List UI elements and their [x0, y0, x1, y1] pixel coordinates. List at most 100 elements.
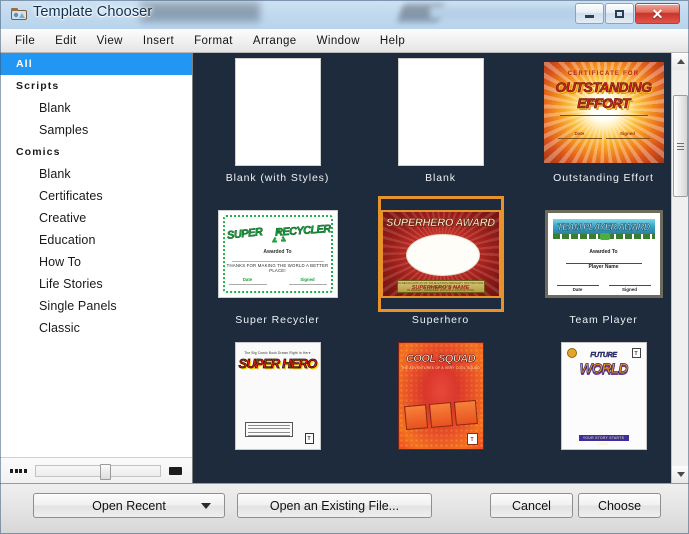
window-controls: ✕: [574, 3, 680, 24]
comic-caption-box: [244, 422, 293, 437]
close-button[interactable]: ✕: [635, 3, 680, 24]
template-label: Outstanding Effort: [553, 172, 654, 184]
scrollbar-thumb[interactable]: [673, 95, 688, 197]
menu-arrange[interactable]: Arrange: [243, 33, 307, 49]
template-label: Superhero: [411, 314, 470, 326]
template-card-super-hero-comic[interactable]: The Big Comic Book Drawn Right In Here S…: [196, 339, 359, 481]
sidebar-item-scripts-blank[interactable]: Blank: [0, 97, 192, 119]
menu-format[interactable]: Format: [184, 33, 243, 49]
comic-title-top: FUTURE: [590, 352, 617, 359]
template-label: Super Recycler: [235, 314, 320, 326]
cool-squad-preview: COOL SQUAD THE ADVENTURES OF A VERY COOL…: [397, 342, 484, 450]
template-card-superhero[interactable]: SUPERHERO AWARD IN RECOGNITION OF TRUE E…: [359, 196, 522, 339]
dialog-button-bar: Open Recent Open an Existing File... Can…: [0, 483, 689, 534]
scroll-up-arrow-icon[interactable]: [672, 53, 689, 70]
sidebar-item-classic[interactable]: Classic: [0, 317, 192, 339]
template-thumbnail[interactable]: [381, 57, 501, 167]
banner-chip: [599, 233, 610, 240]
menu-help[interactable]: Help: [370, 33, 415, 49]
sidebar-item-label: Education: [39, 233, 96, 247]
choose-button[interactable]: Choose: [578, 493, 661, 518]
sidebar-group-label: Scripts: [16, 80, 60, 92]
comic-tagline: The Big Comic Book Drawn Right In Here: [244, 351, 311, 355]
awarded-to-label: Awarded To: [589, 249, 618, 255]
sidebar-item-education[interactable]: Education: [0, 229, 192, 251]
template-card-super-recycler[interactable]: SUPER RECYCLER Awarded To THANKS FOR MAK…: [196, 197, 359, 339]
open-recent-button[interactable]: Open Recent: [33, 493, 225, 518]
template-card-outstanding-effort[interactable]: CERTIFICATE FOR OUTSTANDING EFFORT Award…: [522, 55, 671, 197]
template-grid-area: Blank (with Styles) Blank CERTIFICATE FO…: [194, 53, 671, 483]
vertical-scrollbar[interactable]: [671, 53, 689, 483]
sidebar-item-label: Life Stories: [39, 277, 103, 291]
photo-oval-placeholder: [405, 234, 480, 276]
sidebar-item-label: Certificates: [39, 189, 103, 203]
template-thumbnail[interactable]: TEAM PLAYER AWARD Awarded To Player Name…: [544, 199, 664, 309]
category-sidebar: All Scripts Blank Samples Comics Blank C…: [0, 53, 193, 483]
template-card-cool-squad[interactable]: COOL SQUAD THE ADVENTURES OF A VERY COOL…: [359, 339, 522, 481]
cancel-label: Cancel: [512, 498, 551, 513]
super-hero-comic-preview: The Big Comic Book Drawn Right In Here S…: [234, 342, 321, 450]
large-thumbnails-icon[interactable]: [169, 466, 182, 475]
sidebar-item-single-panels[interactable]: Single Panels: [0, 295, 192, 317]
thumbnail-size-controls: [0, 457, 192, 483]
template-chooser-window: Template Chooser ✕ File Edit View Insert…: [0, 0, 689, 534]
menu-edit[interactable]: Edit: [45, 33, 86, 49]
starburst-rays: [543, 61, 664, 163]
template-thumbnail[interactable]: T FUTURE WORLD YOUR STORY STARTS HERE: [544, 341, 664, 451]
sidebar-item-creative[interactable]: Creative: [0, 207, 192, 229]
superhero-title: SUPERHERO AWARD: [386, 217, 496, 230]
content-area: All Scripts Blank Samples Comics Blank C…: [0, 53, 689, 483]
maximize-button[interactable]: [605, 3, 634, 24]
title-bar[interactable]: Template Chooser ✕: [0, 0, 689, 29]
sidebar-item-life-stories[interactable]: Life Stories: [0, 273, 192, 295]
certificate-awarded-to: Awarded To: [585, 97, 622, 104]
template-card-blank[interactable]: Blank: [359, 55, 522, 197]
thumbnail-size-slider[interactable]: [34, 463, 161, 480]
comic-subtitle: THE ADVENTURES OF A VERY COOL SQUAD: [401, 366, 480, 370]
template-thumbnail-selected[interactable]: SUPERHERO AWARD IN RECOGNITION OF TRUE E…: [377, 196, 504, 312]
sidebar-item-how-to[interactable]: How To: [0, 251, 192, 273]
template-grid: Blank (with Styles) Blank CERTIFICATE FO…: [194, 53, 671, 481]
open-existing-label: Open an Existing File...: [269, 498, 400, 513]
name-rule: [559, 114, 648, 116]
name-rule: [231, 261, 324, 262]
menu-window[interactable]: Window: [307, 33, 370, 49]
cancel-button[interactable]: Cancel: [490, 493, 573, 518]
template-card-blank-with-styles[interactable]: Blank (with Styles): [196, 55, 359, 197]
template-card-future-world[interactable]: T FUTURE WORLD YOUR STORY STARTS HERE: [522, 339, 671, 481]
sidebar-group-scripts: Scripts: [0, 75, 192, 97]
small-thumbnails-icon[interactable]: [10, 468, 27, 473]
comic-title-main: WORLD: [579, 360, 629, 377]
template-thumbnail[interactable]: COOL SQUAD THE ADVENTURES OF A VERY COOL…: [381, 341, 501, 451]
template-thumbnail[interactable]: The Big Comic Book Drawn Right In Here S…: [218, 341, 338, 451]
menu-view[interactable]: View: [87, 33, 133, 49]
scrollbar-grip-icon: [677, 141, 684, 152]
sidebar-item-all[interactable]: All: [0, 53, 192, 75]
sidebar-item-scripts-samples[interactable]: Samples: [0, 119, 192, 141]
signed-label: Signed: [621, 287, 637, 292]
menu-bar: File Edit View Insert Format Arrange Win…: [0, 29, 689, 53]
menu-insert[interactable]: Insert: [133, 33, 184, 49]
minimize-button[interactable]: [575, 3, 604, 24]
template-card-team-player[interactable]: TEAM PLAYER AWARD Awarded To Player Name…: [522, 197, 671, 339]
sidebar-item-label: Blank: [39, 167, 71, 181]
open-existing-file-button[interactable]: Open an Existing File...: [237, 493, 432, 518]
scroll-down-arrow-icon[interactable]: [672, 466, 689, 483]
blank-page-preview: [397, 58, 484, 166]
template-label: Blank (with Styles): [225, 172, 330, 184]
sidebar-item-comics-blank[interactable]: Blank: [0, 163, 192, 185]
slider-handle[interactable]: [100, 463, 112, 480]
template-thumbnail[interactable]: SUPER RECYCLER Awarded To THANKS FOR MAK…: [217, 199, 338, 309]
super-recycler-preview: SUPER RECYCLER Awarded To THANKS FOR MAK…: [217, 210, 338, 298]
menu-file[interactable]: File: [5, 33, 45, 49]
sidebar-item-certificates[interactable]: Certificates: [0, 185, 192, 207]
template-label: Blank: [425, 172, 456, 184]
blank-page-preview: [234, 58, 321, 166]
template-label: Team Player: [569, 314, 638, 326]
choose-label: Choose: [597, 498, 642, 513]
publisher-logo: T: [466, 433, 478, 445]
plate-bottom-text: IS HEREBY AWARDED HONOR & DISTINCTION: [407, 288, 474, 292]
template-thumbnail[interactable]: [218, 57, 338, 167]
template-thumbnail[interactable]: CERTIFICATE FOR OUTSTANDING EFFORT Award…: [543, 57, 664, 167]
name-plate: IN RECOGNITION OF TRUE EXTRAORDINARY DIS…: [396, 280, 485, 293]
